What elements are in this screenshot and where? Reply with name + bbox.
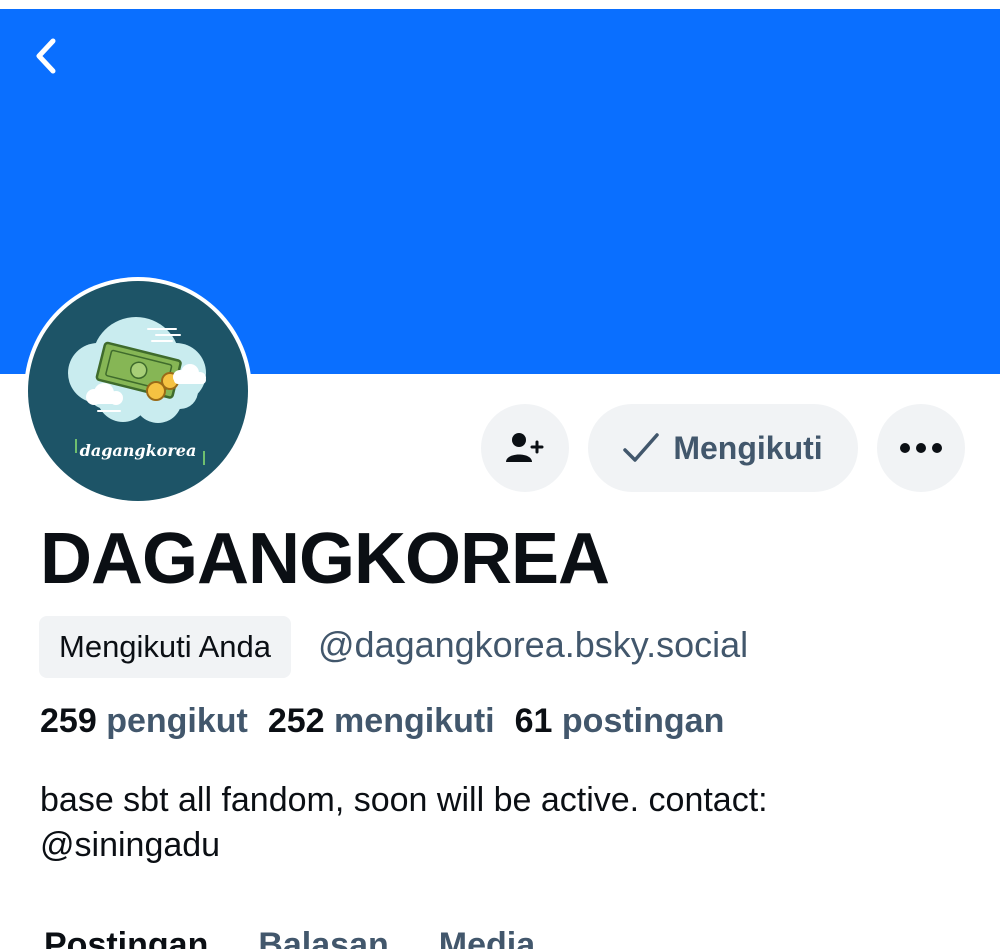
add-user-button[interactable] (481, 404, 569, 492)
posts-label: postingan (561, 702, 725, 740)
display-name: DAGANGKOREA (40, 519, 610, 599)
following-button-label: Mengikuti (673, 429, 823, 466)
checkmark-icon (623, 433, 660, 462)
profile-tabs: Postingan Balasan Media (44, 926, 535, 949)
followers-count: 259 (40, 702, 97, 740)
followers-label: pengikut (106, 702, 248, 740)
tab-posts[interactable]: Postingan (44, 926, 208, 949)
followers-stat[interactable]: 259 pengikut (40, 702, 248, 741)
posts-count: 61 (514, 702, 553, 740)
profile-bio: base sbt all fandom, soon will be active… (40, 781, 768, 864)
following-button[interactable]: Mengikuti (588, 404, 858, 492)
status-strip (0, 0, 1000, 9)
chevron-left-icon (36, 38, 56, 74)
follows-you-badge: Mengikuti Anda (39, 616, 291, 678)
ellipsis-icon (900, 443, 942, 453)
person-plus-icon (506, 433, 544, 462)
avatar-frame[interactable]: dagangkorea (24, 277, 252, 505)
money-cloud-logo (28, 281, 248, 501)
avatar[interactable]: dagangkorea (28, 281, 248, 501)
more-options-button[interactable] (877, 404, 965, 492)
posts-stat: 61 postingan (515, 702, 725, 741)
profile-stats: 259 pengikut 252 mengikuti 61 postingan (40, 702, 724, 741)
back-button[interactable] (22, 32, 70, 80)
user-handle: @dagangkorea.bsky.social (318, 624, 749, 665)
profile-screen: dagangkorea Mengikuti DAGANGKOREA Mengik… (0, 0, 1000, 949)
following-label: mengikuti (334, 702, 495, 740)
following-stat[interactable]: 252 mengikuti (268, 702, 495, 741)
avatar-logo-text: dagangkorea (79, 441, 197, 460)
tab-replies[interactable]: Balasan (258, 926, 388, 949)
following-count: 252 (267, 702, 325, 740)
tab-media[interactable]: Media (439, 926, 535, 949)
